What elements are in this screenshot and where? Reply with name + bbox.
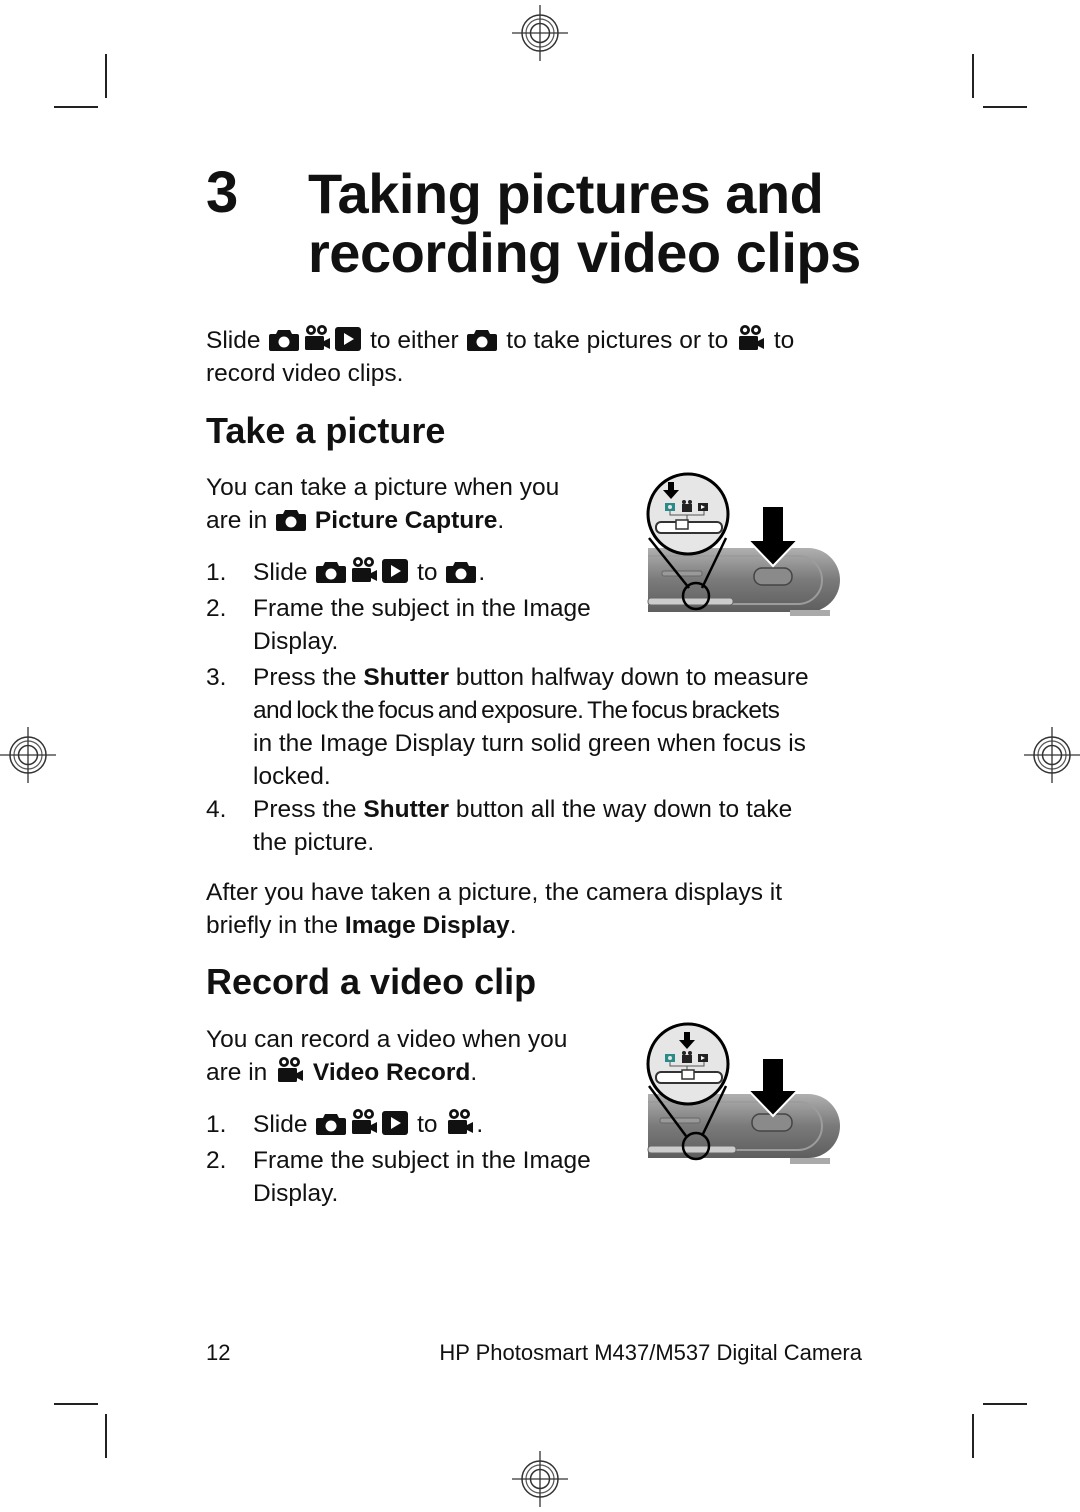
record-video-lead: You can record a video when you are in V… [206, 1023, 626, 1089]
intro-paragraph: Slide to either to take pictures or to t… [206, 324, 866, 390]
intro-text: to take pictures or to [506, 327, 729, 354]
step-text: Frame the subject in the Image Display. [253, 592, 591, 658]
step-item: 2. Frame the subject in the Image Displa… [206, 592, 646, 658]
crop-mark [54, 106, 98, 108]
camera-icon [269, 327, 299, 351]
chapter-number: 3 [206, 160, 239, 225]
step-number: 1. [206, 1111, 227, 1138]
camera-icon [446, 559, 476, 583]
crop-mark [105, 54, 107, 98]
chapter-title: Taking pictures and recording video clip… [308, 164, 861, 282]
mode-label-video-record: Video Record [312, 1059, 471, 1086]
step-text-line: and lock the focus and exposure. The foc… [253, 697, 780, 724]
punctuation: . [470, 1059, 478, 1086]
step-text: Slide to . [253, 1108, 483, 1141]
registration-mark-icon [1024, 727, 1080, 783]
step-item: 3. Press the Shutter button halfway down… [206, 661, 876, 793]
step-text-line: Frame the subject in the Image [253, 1147, 591, 1174]
crop-mark [983, 1403, 1027, 1405]
step-number: 2. [206, 1147, 227, 1174]
camera-icon [467, 327, 497, 351]
step-text: Slide to . [253, 556, 485, 589]
chapter-title-line: recording video clips [308, 221, 861, 284]
step-item: 4. Press the Shutter button all the way … [206, 793, 876, 859]
image-display-label: Image Display [344, 912, 510, 939]
punctuation: . [478, 559, 486, 586]
crop-mark [972, 1414, 974, 1458]
camera-icon [316, 559, 346, 583]
crop-mark [972, 54, 974, 98]
video-camera-icon [303, 324, 331, 352]
camera-icon [276, 507, 306, 531]
video-camera-icon [350, 556, 378, 584]
crop-mark [105, 1414, 107, 1458]
step-text: Frame the subject in the Image Display. [253, 1144, 591, 1210]
after-text: After you have taken a picture, the came… [206, 879, 783, 906]
intro-text: Slide [206, 327, 261, 354]
crop-mark [983, 106, 1027, 108]
footer-product-name: HP Photosmart M437/M537 Digital Camera [439, 1340, 862, 1365]
intro-text: record video clips. [206, 360, 404, 387]
shutter-button [751, 1113, 793, 1132]
punctuation: . [509, 912, 517, 939]
lead-text: You can record a video when you [206, 1026, 568, 1053]
shutter-label: Shutter [363, 796, 450, 823]
step-text-part: Slide [253, 1111, 308, 1138]
step-text-part: Press the [253, 664, 357, 691]
shutter-button [753, 567, 793, 586]
step-number: 1. [206, 559, 227, 586]
after-paragraph: After you have taken a picture, the came… [206, 876, 866, 942]
mode-label-picture-capture: Picture Capture [314, 507, 498, 534]
punctuation: . [476, 1111, 484, 1138]
step-text-line: Frame the subject in the Image [253, 595, 591, 622]
crop-mark [54, 1403, 98, 1405]
video-camera-icon [737, 324, 765, 352]
step-text: Press the Shutter button all the way dow… [253, 793, 873, 859]
step-number: 3. [206, 664, 227, 691]
step-text-line: in the Image Display turn solid green wh… [253, 730, 806, 757]
video-camera-icon [276, 1056, 304, 1084]
page-number: 12 [206, 1340, 231, 1365]
step-text-part: Press the [253, 796, 357, 823]
step-number: 4. [206, 796, 227, 823]
section-heading-take-picture: Take a picture [206, 410, 446, 451]
video-camera-icon [350, 1108, 378, 1136]
lead-text: You can take a picture when you [206, 474, 560, 501]
playback-icon [335, 327, 361, 351]
section-heading-record-video: Record a video clip [206, 961, 537, 1002]
video-camera-icon [446, 1108, 474, 1136]
lead-text: are in [206, 1059, 268, 1086]
registration-mark-icon [512, 1451, 568, 1507]
step-text-line: the picture. [253, 829, 375, 856]
playback-icon [382, 559, 408, 583]
camera-illustration-video-mode [646, 1022, 840, 1164]
step-text-line: locked. [253, 763, 331, 790]
mode-switch-closeup [646, 472, 730, 556]
intro-text: to either [370, 327, 459, 354]
step-text-line: Display. [253, 628, 339, 655]
registration-mark-icon [0, 727, 56, 783]
step-text-part: to [417, 1111, 438, 1138]
lead-text: are in [206, 507, 268, 534]
step-text-line: Display. [253, 1180, 339, 1207]
step-number: 2. [206, 595, 227, 622]
after-text: briefly in the [206, 912, 339, 939]
step-text-part: to [417, 559, 438, 586]
chapter-title-line: Taking pictures and [308, 162, 824, 225]
registration-mark-icon [512, 5, 568, 61]
take-picture-lead: You can take a picture when you are in P… [206, 471, 626, 537]
step-item: 2. Frame the subject in the Image Displa… [206, 1144, 646, 1210]
step-text-part: button halfway down to measure [455, 664, 809, 691]
camera-illustration-picture-mode [646, 472, 840, 616]
punctuation: . [497, 507, 505, 534]
intro-text: to [773, 327, 795, 354]
playback-icon [382, 1111, 408, 1135]
shutter-label: Shutter [363, 664, 450, 691]
step-text-part: button all the way down to take [455, 796, 793, 823]
step-text: Press the Shutter button halfway down to… [253, 661, 873, 793]
camera-icon [316, 1111, 346, 1135]
step-text-part: Slide [253, 559, 308, 586]
